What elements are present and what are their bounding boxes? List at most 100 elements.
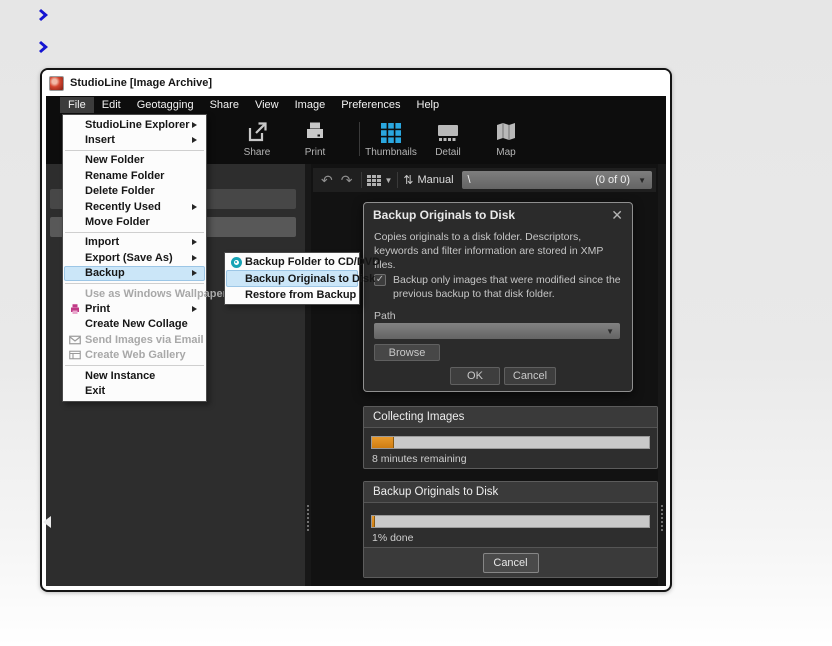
menuitem-print[interactable]: Print xyxy=(64,301,205,316)
modified-only-checkbox-row[interactable]: ✓ Backup only images that were modified … xyxy=(374,273,621,301)
menuitem-backup[interactable]: Backup xyxy=(64,266,205,281)
close-icon[interactable]: ✕ xyxy=(611,208,623,222)
navbar-separator xyxy=(397,172,398,188)
menuitem-move-folder[interactable]: Move Folder xyxy=(64,214,205,229)
app-logo-icon xyxy=(49,76,64,91)
menuitem-backup-originals-to-disk[interactable]: Backup Originals to Disk xyxy=(226,270,358,286)
menuitem-backup-folder-to-cd-dvd[interactable]: Backup Folder to CD/DVD xyxy=(226,254,358,270)
submenu-arrow-icon xyxy=(192,204,204,210)
menu-preferences[interactable]: Preferences xyxy=(333,97,408,113)
progress-fill xyxy=(372,516,375,527)
menuitem-create-web-gallery[interactable]: Create Web Gallery xyxy=(64,347,205,362)
redo-icon[interactable]: ↷ xyxy=(337,173,357,187)
path-label: Path xyxy=(374,310,396,322)
titlebar: StudioLine [Image Archive] xyxy=(42,70,670,96)
toolbar-map-button[interactable]: Map xyxy=(477,118,535,158)
menuitem-restore-from-backup[interactable]: Restore from Backup xyxy=(226,287,358,303)
folder-path-value: \ xyxy=(468,174,596,186)
backup-originals-dialog: Backup Originals to Disk ✕ Copies origin… xyxy=(363,202,633,392)
menuitem-send-images-via-email[interactable]: Send Images via Email xyxy=(64,332,205,347)
sort-arrows-icon: ⇅ xyxy=(403,173,413,187)
cancel-button[interactable]: Cancel xyxy=(504,367,556,385)
menu-separator xyxy=(65,283,204,284)
undo-icon[interactable]: ↶ xyxy=(317,173,337,187)
backup-progress-panel: Backup Originals to Disk 1% done Cancel xyxy=(363,481,658,578)
menuitem-exit[interactable]: Exit xyxy=(64,383,205,398)
panel-header: Backup Originals to Disk xyxy=(364,482,657,503)
menu-help[interactable]: Help xyxy=(409,97,448,113)
submenu-arrow-icon xyxy=(192,270,204,276)
menu-separator xyxy=(65,232,204,233)
thumbnails-icon xyxy=(379,118,403,146)
menu-share[interactable]: Share xyxy=(202,97,247,113)
toolbar-share-button[interactable]: Share xyxy=(228,118,286,158)
sidebar-collapse-icon[interactable] xyxy=(43,516,51,528)
menuitem-recently-used[interactable]: Recently Used xyxy=(64,199,205,214)
mail-icon xyxy=(65,335,85,345)
percent-done-label: 1% done xyxy=(372,532,413,544)
browse-button[interactable]: Browse xyxy=(374,344,440,361)
progress-fill xyxy=(372,437,394,448)
detail-icon xyxy=(436,118,460,146)
gallery-icon xyxy=(65,350,85,360)
menuitem-import[interactable]: Import xyxy=(64,235,205,250)
print-icon xyxy=(303,118,327,146)
menu-image[interactable]: Image xyxy=(287,97,334,113)
menuitem-rename-folder[interactable]: Rename Folder xyxy=(64,168,205,183)
backup-progressbar xyxy=(371,515,650,528)
toolbar-detail-button[interactable]: Detail xyxy=(419,118,477,158)
navbar-separator xyxy=(361,172,362,188)
window-title: StudioLine [Image Archive] xyxy=(70,77,212,89)
menu-separator xyxy=(65,365,204,366)
disc-icon xyxy=(231,257,242,268)
view-grid-button[interactable]: ▼ xyxy=(367,175,392,186)
menu-edit[interactable]: Edit xyxy=(94,97,129,113)
panel-header: Collecting Images xyxy=(364,407,657,428)
menuitem-delete-folder[interactable]: Delete Folder xyxy=(64,184,205,199)
chevron-link-icon[interactable] xyxy=(37,7,53,23)
panel-footer: Cancel xyxy=(364,547,657,577)
cancel-backup-button[interactable]: Cancel xyxy=(483,553,539,573)
time-remaining-label: 8 minutes remaining xyxy=(372,453,467,465)
submenu-arrow-icon xyxy=(192,137,204,143)
chevron-down-icon: ▼ xyxy=(606,327,614,336)
folder-path-dropdown[interactable]: \ (0 of 0) ▼ xyxy=(462,171,652,189)
toolbar-print-button[interactable]: Print xyxy=(286,118,344,158)
menuitem-new-folder[interactable]: New Folder xyxy=(64,153,205,168)
menu-separator xyxy=(65,150,204,151)
menu-view[interactable]: View xyxy=(247,97,287,113)
splitter-dots-icon xyxy=(307,505,309,531)
dialog-titlebar: Backup Originals to Disk ✕ xyxy=(364,203,632,227)
toolbar-thumbnails-button[interactable]: Thumbnails xyxy=(362,118,420,158)
sort-mode-label: Manual xyxy=(417,174,453,186)
submenu-arrow-icon xyxy=(192,122,204,128)
app-window: StudioLine [Image Archive] File Edit Geo… xyxy=(40,68,672,592)
map-icon xyxy=(494,118,518,146)
panel-title: Collecting Images xyxy=(373,411,464,423)
dialog-description: Copies originals to a disk folder. Descr… xyxy=(374,230,620,273)
splitter-dots-icon xyxy=(661,505,663,531)
sort-mode-button[interactable]: ⇅ Manual xyxy=(403,173,453,187)
menuitem-export-save-as[interactable]: Export (Save As) xyxy=(64,250,205,265)
menuitem-use-as-wallpaper[interactable]: Use as Windows Wallpaper xyxy=(64,286,205,301)
submenu-arrow-icon xyxy=(192,239,204,245)
menuitem-insert[interactable]: Insert xyxy=(64,132,205,147)
checkbox-checked-icon[interactable]: ✓ xyxy=(374,274,386,286)
menuitem-studioline-explorer[interactable]: StudioLine Explorer xyxy=(64,117,205,132)
menuitem-new-instance[interactable]: New Instance xyxy=(64,368,205,383)
menu-geotagging[interactable]: Geotagging xyxy=(129,97,202,113)
collecting-images-panel: Collecting Images 8 minutes remaining xyxy=(363,406,658,469)
right-splitter-handle[interactable] xyxy=(658,164,666,586)
chevron-link-icon[interactable] xyxy=(37,39,53,55)
image-count: (0 of 0) xyxy=(595,174,630,186)
print-menu-icon xyxy=(65,303,85,315)
chevron-down-icon: ▼ xyxy=(384,176,392,185)
ok-button[interactable]: OK xyxy=(450,367,500,385)
toolbar-separator xyxy=(359,122,360,156)
menu-file[interactable]: File xyxy=(60,97,94,113)
path-select[interactable]: ▼ xyxy=(374,323,620,339)
menuitem-create-new-collage[interactable]: Create New Collage xyxy=(64,317,205,332)
checkbox-label: Backup only images that were modified si… xyxy=(393,273,621,301)
dialog-title: Backup Originals to Disk xyxy=(373,208,611,222)
file-menu: StudioLine Explorer Insert New Folder Re… xyxy=(62,114,207,402)
